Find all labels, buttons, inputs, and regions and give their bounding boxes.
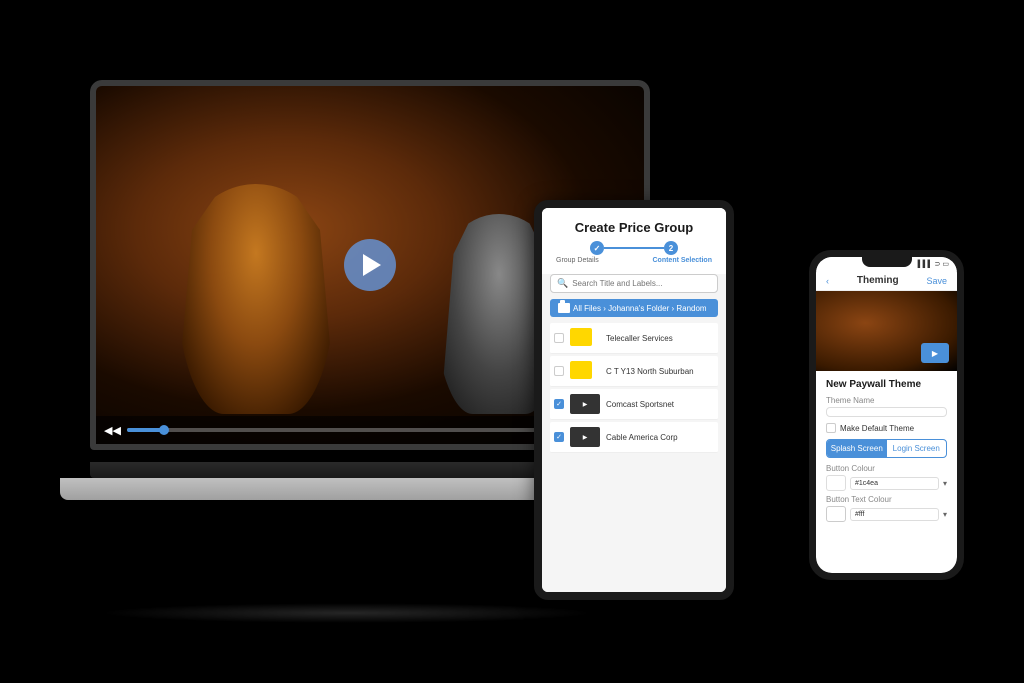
phone-notch	[862, 257, 912, 267]
tablet-screen: Create Price Group ✓ 2 Group Details Con…	[542, 208, 726, 592]
button-colour-label: Button Colour	[826, 464, 947, 473]
folder-icon	[558, 303, 570, 313]
list-item-name: C T Y13 North Suburban	[606, 367, 714, 376]
list-item-name: Comcast Sportsnet	[606, 400, 714, 409]
list-checkbox[interactable]	[554, 366, 564, 376]
theme-name-input[interactable]	[826, 407, 947, 417]
folder-thumbnail	[570, 361, 592, 379]
step-2-dot: 2	[664, 241, 678, 255]
dropdown-arrow-icon: ▾	[943, 479, 947, 488]
screen-tab-group: Splash Screen Login Screen	[826, 439, 947, 458]
video-thumbnail	[570, 427, 600, 447]
list-item[interactable]: Telecaller Services	[550, 323, 718, 354]
breadcrumb-text: All Files › Johanna's Folder › Random	[573, 304, 707, 313]
tablet-search-bar[interactable]: 🔍	[550, 274, 718, 293]
list-item-name: Telecaller Services	[606, 334, 714, 343]
button-text-colour-section: Button Text Colour #fff ▾	[826, 495, 947, 522]
list-checkbox-checked[interactable]	[554, 399, 564, 409]
play-button[interactable]	[344, 239, 396, 291]
button-colour-row: #1c4ea ▾	[826, 475, 947, 491]
phone-header: ‹ Theming Save	[816, 271, 957, 291]
button-text-colour-row: #fff ▾	[826, 506, 947, 522]
volume-icon[interactable]: ◀◀	[104, 424, 121, 437]
search-input[interactable]	[572, 279, 711, 288]
tab-splash[interactable]: Splash Screen	[827, 440, 887, 457]
button-text-colour-value[interactable]: #fff	[850, 508, 939, 521]
folder-thumbnail	[570, 328, 592, 346]
list-thumbnail	[570, 427, 600, 447]
step-2-label: Content Selection	[652, 257, 712, 264]
list-item[interactable]: Cable America Corp	[550, 422, 718, 453]
step-1-dot: ✓	[590, 241, 604, 255]
progress-thumb	[159, 425, 169, 435]
phone-content: New Paywall Theme Theme Name Make Defaul…	[816, 371, 957, 534]
tablet-title: Create Price Group	[552, 220, 716, 235]
back-button[interactable]: ‹	[826, 276, 829, 286]
battery-icon: ▭	[942, 260, 949, 268]
button-colour-value[interactable]: #1c4ea	[850, 477, 939, 490]
step-1-label: Group Details	[556, 257, 599, 264]
button-text-colour-label: Button Text Colour	[826, 495, 947, 504]
phone-video-thumbnail: ▶	[816, 291, 957, 371]
tab-login[interactable]: Login Screen	[887, 440, 947, 457]
progress-bar[interactable]	[127, 428, 596, 432]
list-thumbnail	[570, 361, 600, 381]
tablet: Create Price Group ✓ 2 Group Details Con…	[534, 200, 734, 600]
button-colour-section: Button Colour #1c4ea ▾	[826, 464, 947, 491]
signal-icon: ▌▌▌	[918, 261, 933, 268]
save-button[interactable]: Save	[926, 276, 947, 286]
breadcrumb[interactable]: All Files › Johanna's Folder › Random	[550, 299, 718, 317]
button-text-colour-swatch[interactable]	[826, 506, 846, 522]
button-colour-swatch[interactable]	[826, 475, 846, 491]
list-item-name: Cable America Corp	[606, 433, 714, 442]
search-icon: 🔍	[557, 278, 568, 289]
list-item[interactable]: Comcast Sportsnet	[550, 389, 718, 420]
make-default-row[interactable]: Make Default Theme	[826, 423, 947, 433]
tablet-steps: ✓ 2	[552, 241, 716, 255]
step-labels: Group Details Content Selection	[552, 257, 716, 264]
section-title: New Paywall Theme	[826, 379, 947, 390]
status-icons: ▌▌▌ ⊃ ▭	[918, 260, 949, 268]
dropdown-arrow-icon: ▾	[943, 510, 947, 519]
phone-screen: ▌▌▌ ⊃ ▭ ‹ Theming Save ▶ New Paywall The…	[816, 257, 957, 573]
list-checkbox[interactable]	[554, 333, 564, 343]
wifi-icon: ⊃	[935, 260, 941, 268]
phone: ▌▌▌ ⊃ ▭ ‹ Theming Save ▶ New Paywall The…	[809, 250, 964, 580]
list-item[interactable]: C T Y13 North Suburban	[550, 356, 718, 387]
step-line	[604, 247, 664, 249]
tablet-header: Create Price Group ✓ 2 Group Details Con…	[542, 208, 726, 274]
laptop-shadow	[100, 603, 600, 623]
make-default-checkbox[interactable]	[826, 423, 836, 433]
list-thumbnail	[570, 394, 600, 414]
theme-name-label: Theme Name	[826, 396, 947, 405]
list-checkbox-checked[interactable]	[554, 432, 564, 442]
phone-title: Theming	[857, 275, 899, 286]
video-thumbnail	[570, 394, 600, 414]
make-default-label: Make Default Theme	[840, 424, 914, 433]
tablet-file-list: Telecaller Services C T Y13 North Suburb…	[542, 323, 726, 453]
phone-play-button[interactable]: ▶	[921, 343, 949, 363]
list-thumbnail	[570, 328, 600, 348]
